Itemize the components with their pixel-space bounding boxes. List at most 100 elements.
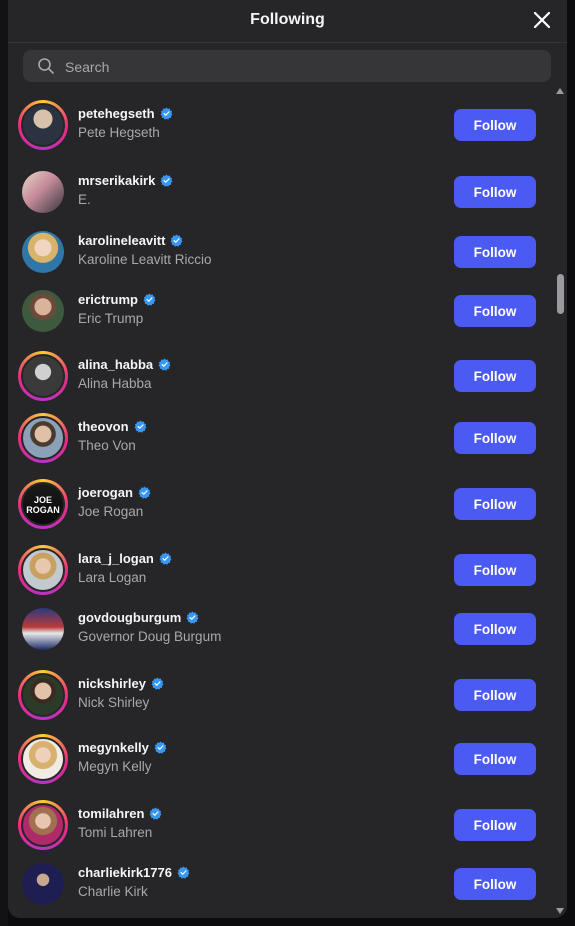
search-input[interactable]	[63, 50, 537, 84]
scroll-thumb[interactable]	[557, 274, 564, 314]
list-item[interactable]: erictrump Eric Trump Follow	[8, 282, 553, 340]
avatar-image	[22, 863, 64, 905]
username[interactable]: lara_j_logan	[78, 551, 154, 566]
close-icon	[533, 11, 551, 29]
username[interactable]: charliekirk1776	[78, 865, 172, 880]
username[interactable]: megynkelly	[78, 740, 149, 755]
list-item[interactable]: megynkelly Megyn Kelly Follow	[8, 730, 553, 788]
avatar[interactable]	[18, 545, 68, 595]
close-button[interactable]	[531, 9, 553, 31]
list-item[interactable]: charliekirk1776 Charlie Kirk Follow	[8, 855, 553, 913]
follow-button[interactable]: Follow	[454, 613, 536, 645]
follow-button[interactable]: Follow	[454, 360, 536, 392]
avatar-image	[21, 354, 65, 398]
verified-badge-icon	[138, 486, 151, 499]
list-item[interactable]: govdougburgum Governor Doug Burgum Follow	[8, 600, 553, 658]
username[interactable]: tomilahren	[78, 806, 144, 821]
follow-button[interactable]: Follow	[454, 176, 536, 208]
follow-button[interactable]: Follow	[454, 554, 536, 586]
follow-button[interactable]: Follow	[454, 236, 536, 268]
list-item[interactable]: JOE ROGAN joerogan Joe Rogan Follow	[8, 475, 553, 533]
username-line: mrserikakirk	[78, 171, 173, 189]
avatar[interactable]	[18, 800, 68, 850]
username-line: nickshirley	[78, 674, 164, 692]
username-line: petehegseth	[78, 104, 173, 122]
username[interactable]: theovon	[78, 419, 129, 434]
backdrop	[0, 0, 8, 926]
following-dialog: Following petehegsethPete HegsethFollowm…	[8, 0, 567, 918]
username[interactable]: erictrump	[78, 292, 138, 307]
follow-button[interactable]: Follow	[454, 295, 536, 327]
full-name: Megyn Kelly	[78, 759, 152, 774]
username[interactable]: mrserikakirk	[78, 173, 155, 188]
avatar-image	[22, 608, 64, 650]
username[interactable]: alina_habba	[78, 357, 153, 372]
verified-badge-icon	[154, 741, 167, 754]
full-name: Tomi Lahren	[78, 825, 153, 840]
dialog-header: Following	[8, 0, 567, 43]
verified-badge-icon	[186, 611, 199, 624]
scroll-down-arrow-icon[interactable]	[556, 908, 564, 914]
follow-button[interactable]: Follow	[454, 422, 536, 454]
username-line: alina_habba	[78, 355, 171, 373]
avatar[interactable]: JOE ROGAN	[18, 479, 68, 529]
avatar[interactable]	[18, 286, 68, 336]
verified-badge-icon	[150, 807, 162, 820]
avatar-image	[21, 737, 65, 781]
follow-button[interactable]: Follow	[454, 109, 536, 141]
username-line: erictrump	[78, 290, 156, 308]
avatar-image	[22, 231, 64, 273]
full-name: Karoline Leavitt Riccio	[78, 252, 212, 267]
full-name: Alina Habba	[78, 376, 152, 391]
list-item[interactable]: tomilahren Tomi Lahren Follow	[8, 796, 553, 854]
scrollbar[interactable]	[553, 86, 567, 918]
username[interactable]: petehegseth	[78, 106, 155, 121]
follow-button[interactable]: Follow	[454, 809, 536, 841]
avatar-image: JOE ROGAN	[21, 482, 65, 526]
username-line: lara_j_logan	[78, 549, 172, 567]
full-name: E.	[78, 192, 91, 207]
verified-badge-icon	[160, 107, 173, 120]
avatar[interactable]	[18, 670, 68, 720]
full-name: Nick Shirley	[78, 695, 150, 710]
list-item[interactable]: theovon Theo Von Follow	[8, 409, 553, 467]
avatar[interactable]	[18, 167, 68, 217]
follow-button[interactable]: Follow	[454, 679, 536, 711]
follow-button[interactable]: Follow	[454, 743, 536, 775]
avatar[interactable]	[18, 859, 68, 909]
avatar-image	[21, 416, 65, 460]
avatar-image	[22, 290, 64, 332]
avatar[interactable]	[18, 227, 68, 277]
username-line: joerogan	[78, 483, 151, 501]
username[interactable]: joerogan	[78, 485, 133, 500]
avatar[interactable]	[18, 100, 68, 150]
verified-badge-icon	[170, 234, 183, 247]
full-name: Pete Hegseth	[78, 125, 160, 140]
avatar[interactable]	[18, 413, 68, 463]
full-name: Lara Logan	[78, 570, 147, 585]
list-item[interactable]: karolineleavitt Karoline Leavitt Riccio Fo…	[8, 223, 553, 281]
search-box[interactable]	[23, 50, 551, 84]
verified-badge-icon	[134, 420, 147, 433]
username[interactable]: nickshirley	[78, 676, 146, 691]
avatar-image	[21, 548, 65, 592]
list-item[interactable]: mrserikakirk E. Follow	[8, 163, 553, 221]
avatar[interactable]	[18, 734, 68, 784]
list-item[interactable]: lara_j_logan Lara Logan Follow	[8, 541, 553, 599]
username[interactable]: karolineleavitt	[78, 233, 165, 248]
verified-badge-icon	[151, 677, 164, 690]
list-item[interactable]: petehegseth Pete Hegseth Follow	[8, 96, 553, 154]
dialog-title: Following	[250, 11, 325, 28]
avatar[interactable]	[18, 351, 68, 401]
list-item[interactable]: alina_habba Alina Habba Follow	[8, 347, 553, 405]
avatar[interactable]	[18, 604, 68, 654]
username-line: tomilahren	[78, 804, 162, 822]
full-name: Theo Von	[78, 438, 136, 453]
following-list[interactable]: petehegseth Pete Hegseth Follow mrserikakir…	[8, 92, 553, 918]
username[interactable]: govdougburgum	[78, 610, 181, 625]
scroll-up-arrow-icon[interactable]	[556, 88, 564, 94]
list-item[interactable]: nickshirley Nick Shirley Follow	[8, 666, 553, 724]
verified-badge-icon	[177, 866, 190, 879]
follow-button[interactable]: Follow	[454, 868, 536, 900]
follow-button[interactable]: Follow	[454, 488, 536, 520]
